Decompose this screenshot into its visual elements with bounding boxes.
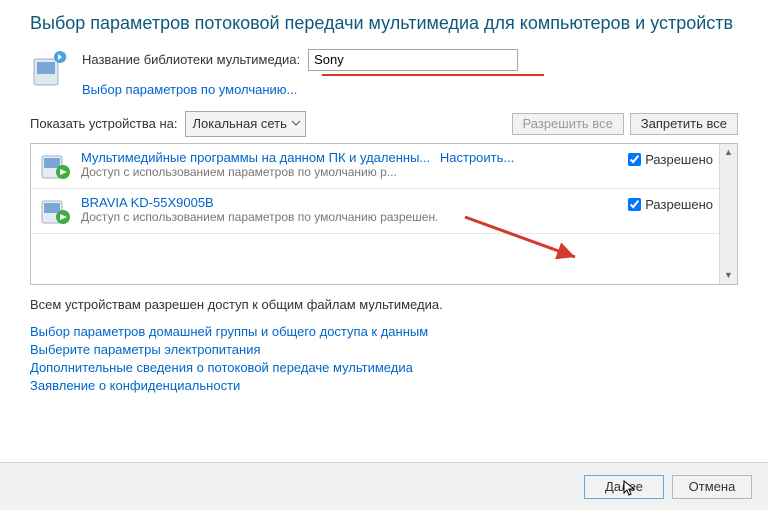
media-library-icon bbox=[30, 49, 70, 89]
device-allowed-checkbox[interactable] bbox=[628, 153, 641, 166]
network-scope-value: Локальная сеть bbox=[192, 116, 286, 131]
block-all-button[interactable]: Запретить все bbox=[630, 113, 738, 135]
dialog-footer: Далее Отмена bbox=[0, 462, 768, 510]
next-button[interactable]: Далее bbox=[584, 475, 664, 499]
chevron-down-icon bbox=[291, 116, 301, 131]
summary-text: Всем устройствам разрешен доступ к общим… bbox=[30, 297, 738, 312]
homegroup-link[interactable]: Выбор параметров домашней группы и общег… bbox=[30, 324, 738, 339]
device-allowed-toggle[interactable]: Разрешено bbox=[628, 195, 713, 212]
device-configure-link[interactable]: Настроить... bbox=[440, 150, 514, 165]
scroll-down-icon[interactable]: ▼ bbox=[720, 267, 737, 284]
default-params-link[interactable]: Выбор параметров по умолчанию... bbox=[82, 82, 297, 97]
device-sub-text: Доступ с использованием параметров по ум… bbox=[81, 165, 618, 179]
device-row[interactable]: BRAVIA KD-55X9005B Доступ с использовани… bbox=[31, 189, 737, 234]
media-player-icon bbox=[39, 150, 71, 182]
device-row[interactable]: Мультимедийные программы на данном ПК и … bbox=[31, 144, 737, 189]
devices-list: Мультимедийные программы на данном ПК и … bbox=[30, 143, 738, 285]
more-info-link[interactable]: Дополнительные сведения о потоковой пере… bbox=[30, 360, 738, 375]
allow-all-button[interactable]: Разрешить все bbox=[512, 113, 624, 135]
tv-device-icon bbox=[39, 195, 71, 227]
show-devices-label: Показать устройства на: bbox=[30, 116, 177, 131]
power-options-link[interactable]: Выберите параметры электропитания bbox=[30, 342, 738, 357]
device-allowed-checkbox[interactable] bbox=[628, 198, 641, 211]
page-title: Выбор параметров потоковой передачи муль… bbox=[30, 12, 738, 35]
library-name-label: Название библиотеки мультимедиа: bbox=[82, 52, 300, 67]
cancel-button[interactable]: Отмена bbox=[672, 475, 752, 499]
device-sub-text: Доступ с использованием параметров по ум… bbox=[81, 210, 618, 224]
library-name-input[interactable] bbox=[308, 49, 518, 71]
annotation-underline bbox=[322, 74, 544, 76]
privacy-link[interactable]: Заявление о конфиденциальности bbox=[30, 378, 738, 393]
device-allowed-toggle[interactable]: Разрешено bbox=[628, 150, 713, 167]
device-name-link[interactable]: BRAVIA KD-55X9005B bbox=[81, 195, 214, 210]
scroll-up-icon[interactable]: ▲ bbox=[720, 144, 737, 161]
network-scope-dropdown[interactable]: Локальная сеть bbox=[185, 111, 305, 137]
scrollbar[interactable]: ▲ ▼ bbox=[719, 144, 737, 284]
device-name-link[interactable]: Мультимедийные программы на данном ПК и … bbox=[81, 150, 430, 165]
